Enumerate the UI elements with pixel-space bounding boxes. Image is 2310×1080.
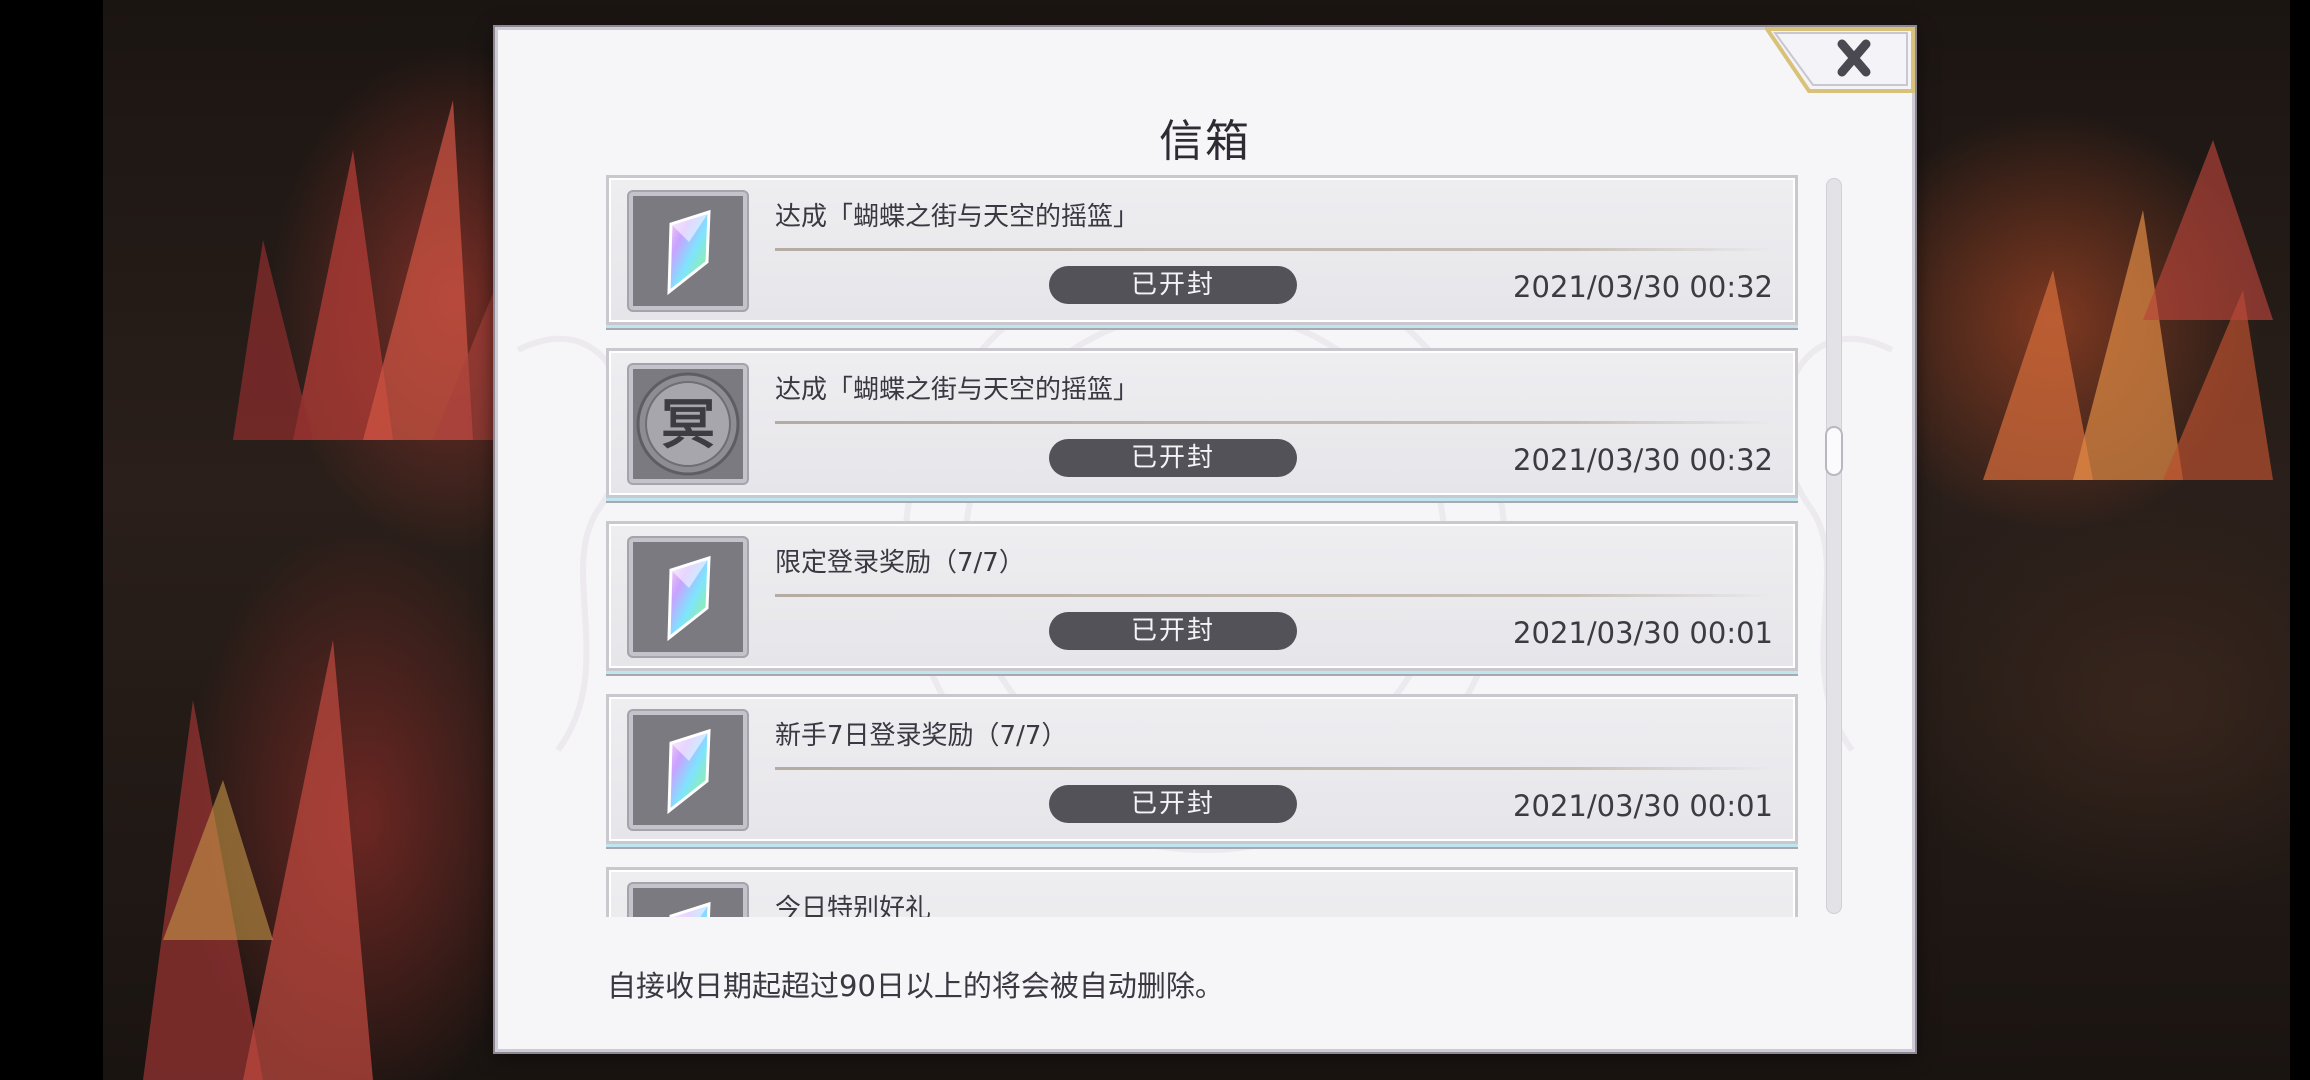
crystal-cluster-decoration: [2143, 140, 2273, 320]
close-x-icon: [1763, 27, 1915, 93]
status-badge: 已开封: [1049, 785, 1297, 823]
letterbox-bar: [2290, 0, 2310, 1080]
mail-title: 今日特别好礼: [775, 894, 932, 917]
auto-delete-notice: 自接收日期起超过90日以上的将会被自动删除。: [607, 969, 1224, 1003]
divider: [775, 767, 1775, 770]
mail-date: 2021/03/30 00:01: [1513, 616, 1773, 650]
mail-date: 2021/03/30 00:32: [1513, 443, 1773, 477]
item-thumbnail: [629, 884, 747, 917]
mail-date: 2021/03/30 00:01: [1513, 789, 1773, 823]
mail-title: 限定登录奖励（7/7）: [775, 548, 1025, 578]
status-badge: 已开封: [1049, 612, 1297, 650]
mail-title: 新手7日登录奖励（7/7）: [775, 721, 1068, 751]
mail-title: 达成「蝴蝶之街与天空的摇篮」: [775, 375, 1140, 405]
rainbow-crystal-icon: [667, 555, 711, 642]
scrollbar-track[interactable]: [1825, 178, 1843, 914]
rainbow-crystal-icon: [667, 728, 711, 815]
mail-list[interactable]: 达成「蝴蝶之街与天空的摇篮」 已开封 2021/03/30 00:32 冥 达成…: [600, 175, 1810, 917]
divider: [775, 248, 1775, 251]
rainbow-crystal-icon: [667, 209, 711, 296]
item-thumbnail: 冥: [629, 365, 747, 483]
mail-item[interactable]: 新手7日登录奖励（7/7） 已开封 2021/03/30 00:01: [606, 694, 1798, 844]
dialog-title: 信箱: [1159, 116, 1251, 167]
scrollbar-thumb[interactable]: [1825, 426, 1843, 476]
item-thumbnail: [629, 711, 747, 829]
coin-glyph: 冥: [661, 393, 715, 456]
crystal-cluster-decoration: [143, 640, 373, 1080]
mail-item[interactable]: 冥 达成「蝴蝶之街与天空的摇篮」 已开封 2021/03/30 00:32: [606, 348, 1798, 498]
rainbow-crystal-icon: [669, 901, 711, 917]
mail-item[interactable]: 限定登录奖励（7/7） 已开封 2021/03/30 00:01: [606, 521, 1798, 671]
status-badge: 已开封: [1049, 266, 1297, 304]
status-badge: 已开封: [1049, 439, 1297, 477]
item-thumbnail: [629, 192, 747, 310]
mail-title: 达成「蝴蝶之街与天空的摇篮」: [775, 202, 1140, 232]
mail-date: 2021/03/30 00:32: [1513, 270, 1773, 304]
mail-item[interactable]: 达成「蝴蝶之街与天空的摇篮」 已开封 2021/03/30 00:32: [606, 175, 1798, 325]
divider: [775, 594, 1775, 597]
mail-item[interactable]: 今日特别好礼: [606, 867, 1798, 917]
mei-coin-icon: 冥: [636, 372, 740, 476]
divider: [775, 421, 1775, 424]
item-thumbnail: [629, 538, 747, 656]
close-button[interactable]: [1763, 27, 1915, 93]
